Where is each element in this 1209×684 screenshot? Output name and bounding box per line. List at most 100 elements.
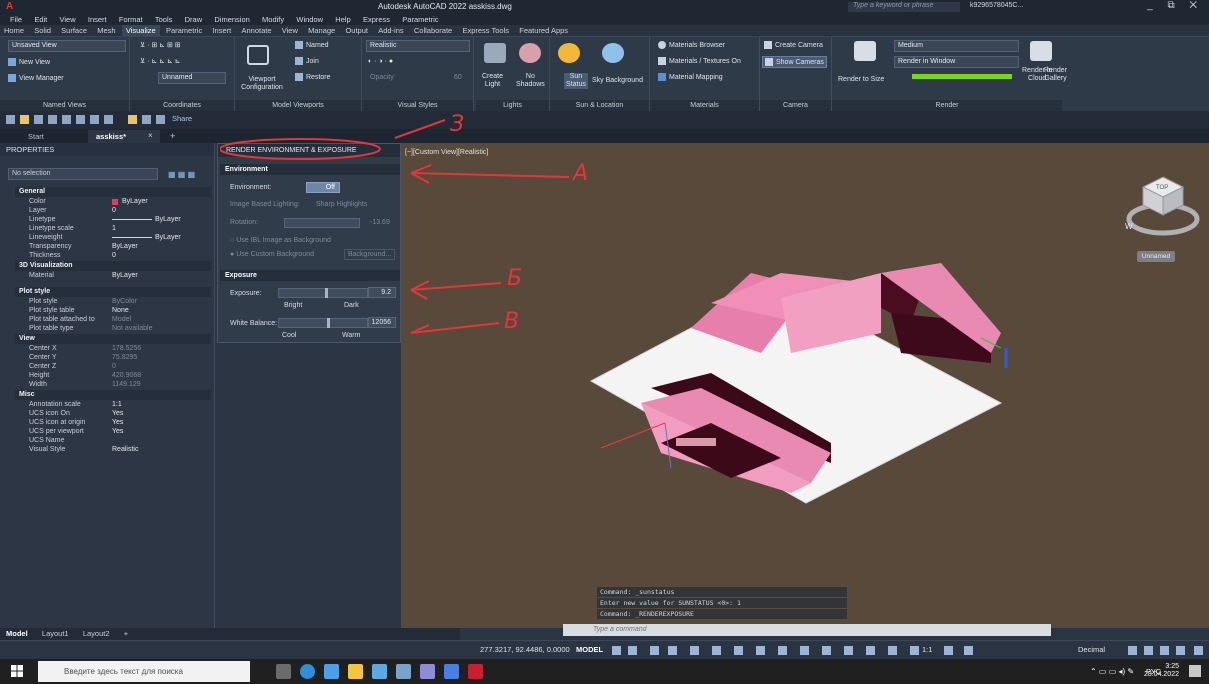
render-to-size-button[interactable]: Render to Size — [838, 76, 884, 83]
dynamic-ucs-icon[interactable] — [822, 646, 831, 655]
ucs-unnamed-badge[interactable]: Unnamed — [1137, 251, 1175, 262]
polar-icon[interactable] — [668, 646, 677, 655]
menu-insert[interactable]: Insert — [88, 14, 107, 25]
tab-start[interactable]: Start — [20, 130, 52, 143]
prop-thickness[interactable]: Thickness 0 — [15, 251, 211, 260]
clock[interactable]: 3:25 28.04.2022 — [1144, 663, 1179, 679]
sky-background-button[interactable]: Sky Background — [592, 77, 643, 84]
graphics-performance-icon[interactable] — [1176, 646, 1185, 655]
sun-status-button[interactable]: Sun Status — [564, 73, 588, 89]
menu-view[interactable]: View — [60, 14, 76, 25]
exposure-section[interactable]: Exposure — [220, 270, 400, 281]
3d-osnap-icon[interactable] — [800, 646, 809, 655]
new-view-button[interactable]: New View — [8, 58, 50, 66]
visual-style-tools[interactable]: ◐ · ◑ · ● — [368, 58, 393, 65]
save-icon[interactable] — [34, 115, 43, 124]
tab-layout2[interactable]: Layout2 — [77, 628, 116, 640]
new-file-icon[interactable] — [6, 115, 15, 124]
prop-plot-table-attached[interactable]: Plot table attached to Model — [15, 315, 211, 324]
prop-plot-style-table[interactable]: Plot style table None — [15, 306, 211, 315]
user-account[interactable]: k9296578045C... — [970, 2, 1023, 9]
named-viewports-button[interactable]: Named — [295, 41, 329, 49]
ibl-dropdown[interactable]: Sharp Highlights — [316, 201, 367, 208]
ucs-dropdown[interactable]: Unnamed — [158, 72, 226, 84]
tab-parametric[interactable]: Parametric — [162, 25, 206, 37]
prop-lineweight[interactable]: Lineweight ByLayer — [15, 233, 211, 242]
tab-solid[interactable]: Solid — [30, 25, 55, 37]
prop-ucs-name[interactable]: UCS Name — [15, 436, 211, 445]
tab-featured-apps[interactable]: Featured Apps — [515, 25, 572, 37]
materials-textures-button[interactable]: Materials / Textures On — [658, 57, 741, 65]
annotation-visibility-icon[interactable] — [888, 646, 897, 655]
app-menu-button[interactable]: A — [6, 1, 18, 12]
calculator-icon[interactable] — [372, 664, 387, 679]
command-input[interactable]: Type a command — [563, 624, 1051, 636]
prop-linetype-scale[interactable]: Linetype scale 1 — [15, 224, 211, 233]
grid-icon[interactable] — [612, 646, 621, 655]
window-controls[interactable]: _ ⧉ ✕ — [1147, 0, 1203, 11]
cloud-app-icon[interactable] — [324, 664, 339, 679]
selection-dropdown[interactable]: No selection — [8, 168, 158, 180]
ucs-icons-row1[interactable]: ⊻ · ⊞ ⊾ ⊞ ⊞ — [140, 41, 181, 49]
osnap-icon[interactable] — [712, 646, 721, 655]
open-file-icon[interactable] — [20, 115, 29, 124]
edge-browser-icon[interactable] — [300, 664, 315, 679]
prop-color[interactable]: Color ByLayer — [15, 197, 211, 206]
layer-icon[interactable] — [156, 115, 165, 124]
prop-ucs-icon-on[interactable]: UCS icon On Yes — [15, 409, 211, 418]
use-ibl-bg-radio[interactable]: ○ Use IBL Image as Background — [230, 237, 331, 244]
section-misc[interactable]: Misc — [15, 390, 211, 400]
exposure-slider[interactable] — [278, 288, 368, 298]
add-layout-icon[interactable]: + — [118, 628, 134, 640]
isolate-objects-icon[interactable] — [1160, 646, 1169, 655]
show-cameras-button[interactable]: Show Cameras — [762, 56, 827, 68]
menu-express[interactable]: Express — [363, 14, 390, 25]
snap-icon[interactable] — [628, 646, 637, 655]
prop-center-z[interactable]: Center Z 0 — [15, 362, 211, 371]
restore-viewports-button[interactable]: Restore — [295, 73, 331, 81]
undo-icon[interactable] — [90, 115, 99, 124]
menu-file[interactable]: File — [10, 14, 22, 25]
section-view[interactable]: View — [15, 334, 211, 344]
model-space-toggle[interactable]: MODEL — [576, 645, 603, 654]
tab-addins[interactable]: Add-ins — [374, 25, 407, 37]
prop-linetype[interactable]: Linetype ByLayer — [15, 215, 211, 224]
system-tray-icons[interactable]: ⌃ ▭ ▭ ◂) ✎ — [1090, 667, 1134, 676]
tab-collaborate[interactable]: Collaborate — [410, 25, 456, 37]
section-plot-style[interactable]: Plot style — [15, 287, 211, 297]
tab-visualize[interactable]: Visualize — [121, 25, 160, 37]
match-properties-icon[interactable] — [142, 115, 151, 124]
menu-help[interactable]: Help — [335, 14, 350, 25]
task-view-icon[interactable] — [276, 664, 291, 679]
menu-parametric[interactable]: Parametric — [402, 14, 438, 25]
prop-annotation-scale[interactable]: Annotation scale 1:1 — [15, 400, 211, 409]
viewcube[interactable]: TOP W — [1123, 171, 1203, 241]
taskbar-search-input[interactable]: Введите здесь текст для поиска — [38, 661, 250, 682]
close-tab-icon[interactable]: × — [148, 131, 153, 140]
tab-model[interactable]: Model — [0, 628, 34, 640]
tab-output[interactable]: Output — [341, 25, 372, 37]
annotation-scale[interactable]: 1:1 — [922, 645, 932, 654]
viewport-configuration-button[interactable]: Viewport Configuration — [237, 76, 287, 92]
autocad-taskbar-icon[interactable] — [468, 664, 483, 679]
share-button[interactable]: Share — [172, 114, 192, 123]
prop-center-x[interactable]: Center X 178.5256 — [15, 344, 211, 353]
prop-ucs-per-viewport[interactable]: UCS per viewport Yes — [15, 427, 211, 436]
tab-surface[interactable]: Surface — [57, 25, 91, 37]
web-mobile-icon[interactable] — [62, 115, 71, 124]
paint-icon[interactable] — [420, 664, 435, 679]
gizmo-icon[interactable] — [866, 646, 875, 655]
prop-height[interactable]: Height 420.9068 — [15, 371, 211, 380]
auto-scale-icon[interactable] — [910, 646, 919, 655]
ucs-icons-row2[interactable]: ⊻ · ⊾ ⊾ ⊾ ⊾ — [140, 57, 181, 65]
join-viewports-button[interactable]: Join — [295, 57, 319, 65]
ortho-icon[interactable] — [650, 646, 659, 655]
render-in-dropdown[interactable]: Render in Window — [894, 56, 1019, 68]
tab-mesh[interactable]: Mesh — [93, 25, 119, 37]
annotation-monitor-icon[interactable] — [964, 646, 973, 655]
isodraft-icon[interactable] — [690, 646, 699, 655]
file-explorer-icon[interactable] — [348, 664, 363, 679]
materials-browser-button[interactable]: Materials Browser — [658, 41, 725, 49]
prop-ucs-icon-origin[interactable]: UCS icon at origin Yes — [15, 418, 211, 427]
no-shadows-button[interactable]: No Shadows — [516, 73, 545, 89]
